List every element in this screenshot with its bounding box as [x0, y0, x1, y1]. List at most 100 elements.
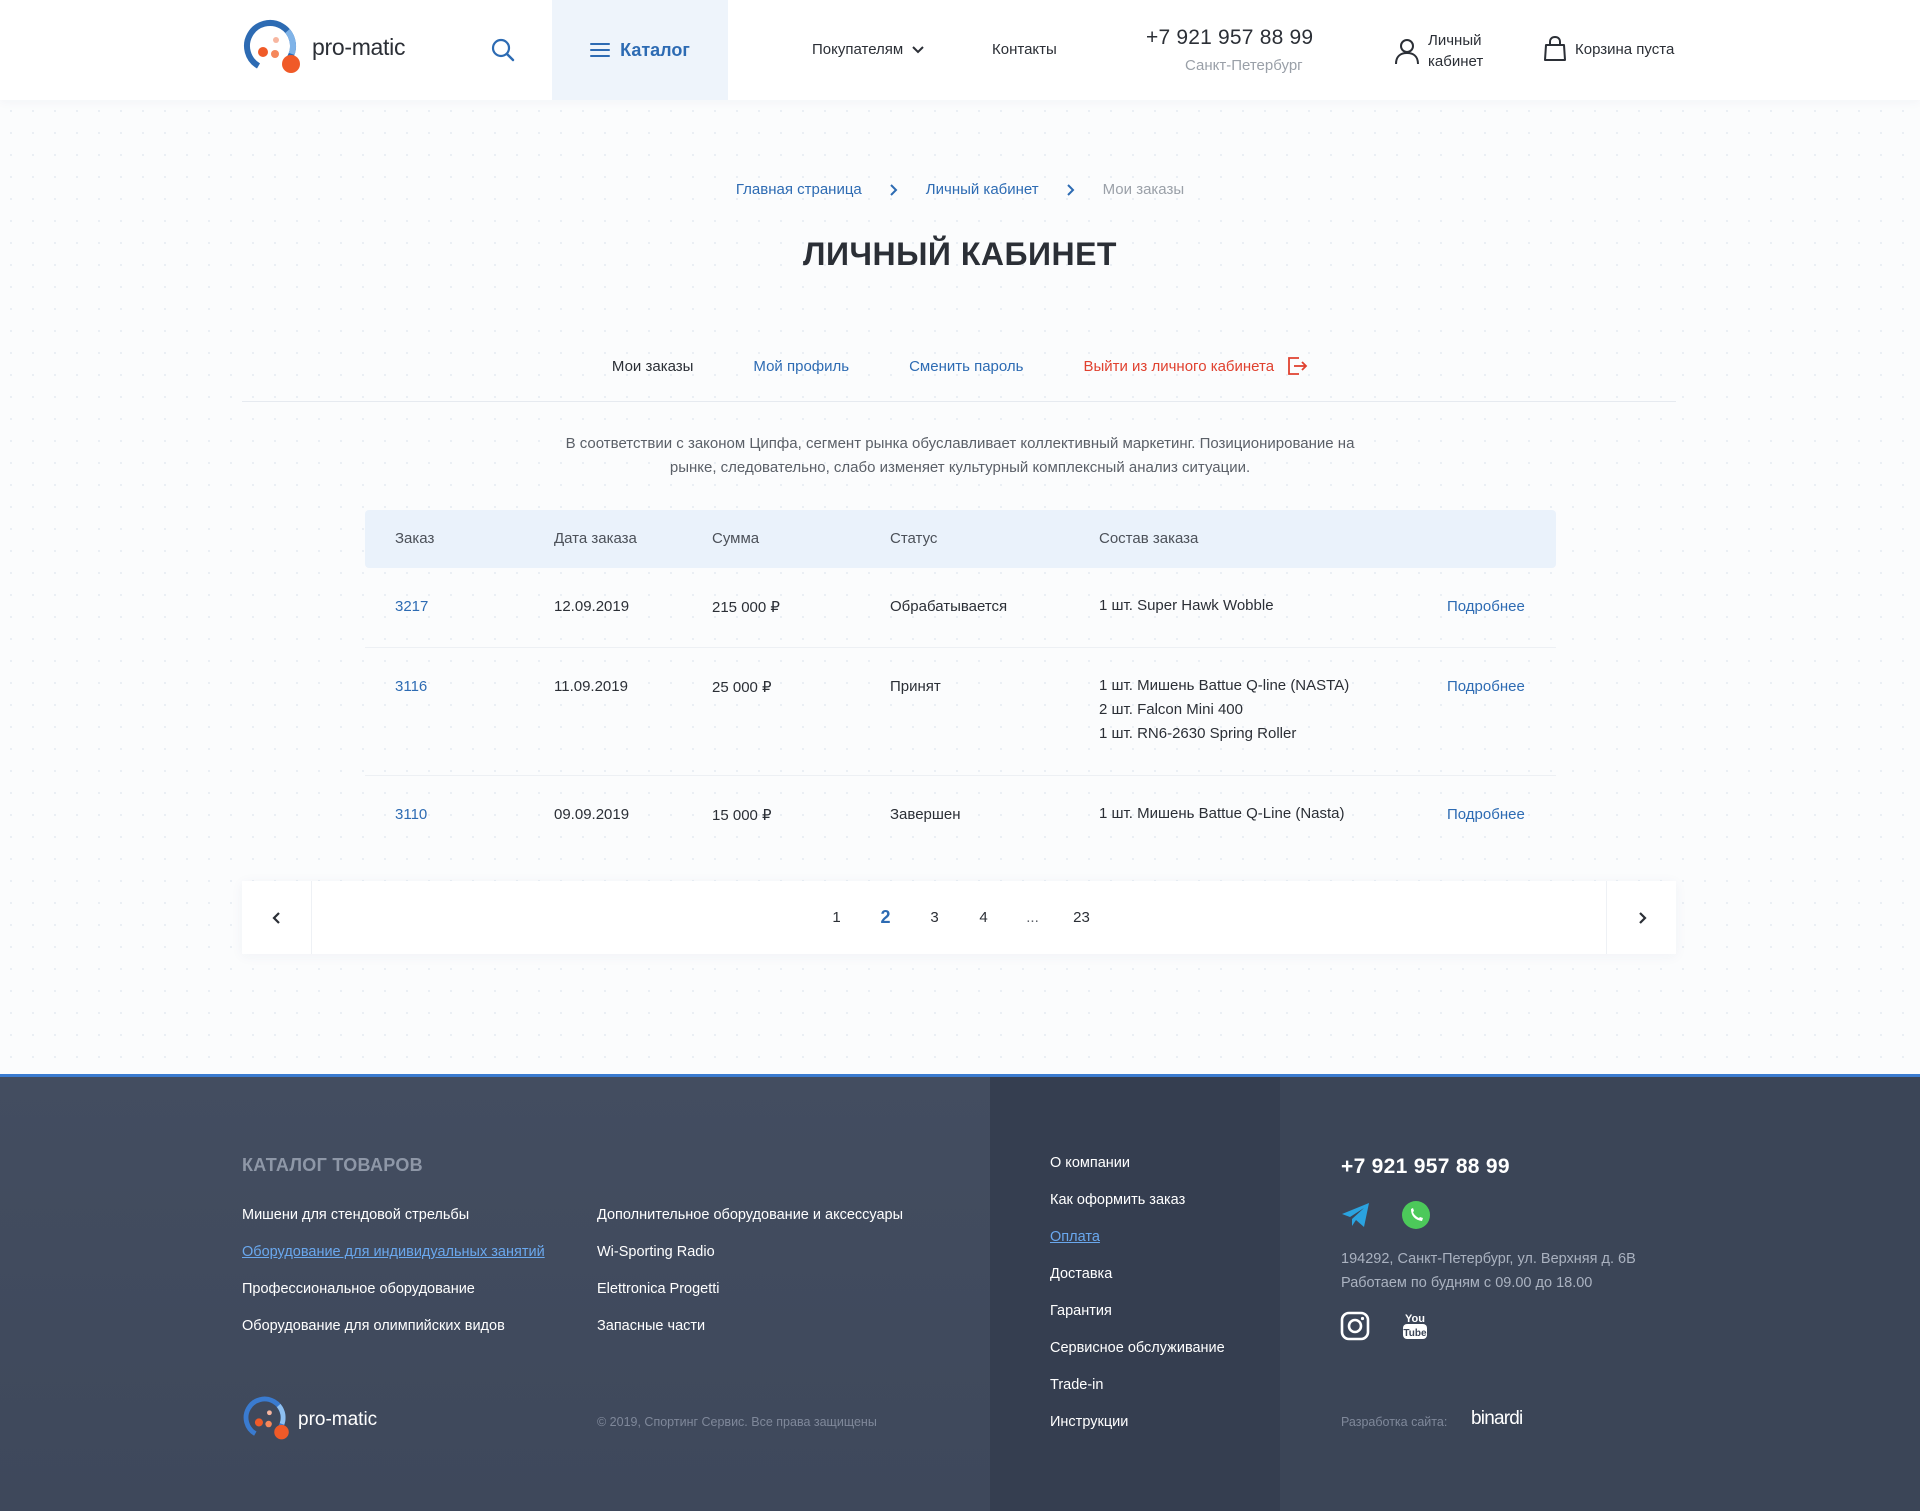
breadcrumb-current: Мои заказы	[1102, 181, 1185, 198]
column-header-sum: Сумма	[712, 530, 760, 547]
catalog-button[interactable]: Каталог	[552, 0, 728, 100]
footer-catalog-link[interactable]: Мишени для стендовой стрельбы	[242, 1207, 469, 1223]
telegram-icon[interactable]	[1340, 1200, 1370, 1230]
footer-dev-label: Разработка сайта:	[1341, 1415, 1448, 1429]
instagram-icon[interactable]	[1340, 1311, 1370, 1341]
catalog-label: Каталог	[620, 39, 690, 60]
order-items: 1 шт. Super Hawk Wobble	[1099, 594, 1274, 618]
pagination-next-button[interactable]	[1606, 881, 1676, 954]
header-phone-link[interactable]: +7 921 957 88 99	[1146, 26, 1313, 50]
logout-icon	[1288, 357, 1308, 375]
order-item: 1 шт. Super Hawk Wobble	[1099, 597, 1274, 614]
tab-logout-label: Выйти из личного кабинета	[1083, 357, 1275, 375]
orders-table-header: Заказ Дата заказа Сумма Статус Состав за…	[365, 510, 1556, 568]
site-header: pro-matic Каталог Покупателям Контакты +…	[0, 0, 1920, 100]
nav-contacts-label: Контакты	[992, 41, 1057, 58]
svg-text:You: You	[1405, 1313, 1425, 1325]
account-link[interactable]: Личный кабинет	[1394, 30, 1498, 72]
account-label: Личный кабинет	[1428, 32, 1484, 70]
order-status: Принят	[890, 678, 941, 695]
footer-info-link[interactable]: Инструкции	[1050, 1414, 1128, 1430]
chevron-right-icon	[1066, 183, 1075, 196]
page-link[interactable]: 4	[959, 909, 1008, 926]
order-sum: 15 000 ₽	[712, 807, 772, 824]
footer-copyright: © 2019, Спортинг Сервис. Все права защищ…	[597, 1415, 877, 1429]
whatsapp-icon[interactable]	[1400, 1199, 1430, 1229]
footer-catalog-link[interactable]: Elettronica Progetti	[597, 1281, 720, 1297]
page-link[interactable]: 3	[910, 909, 959, 926]
order-details-link[interactable]: Подробнее	[1447, 806, 1525, 823]
page-link[interactable]: 1	[812, 909, 861, 926]
svg-text:Tube: Tube	[1403, 1328, 1427, 1339]
column-header-items: Состав заказа	[1099, 530, 1199, 547]
footer-catalog-link[interactable]: Wi-Sporting Radio	[597, 1244, 715, 1260]
footer-catalog-link[interactable]: Профессиональное оборудование	[242, 1281, 475, 1297]
footer-logo[interactable]: pro-matic	[242, 1395, 377, 1445]
page-link[interactable]: 23	[1057, 909, 1106, 926]
footer-info-link[interactable]: Trade-in	[1050, 1377, 1103, 1393]
nav-contacts-link[interactable]: Контакты	[992, 41, 1057, 58]
tab-my-profile[interactable]: Мой профиль	[753, 355, 849, 377]
chevron-right-icon	[890, 183, 898, 196]
order-id-link[interactable]: 3116	[395, 678, 427, 695]
footer-info-link[interactable]: Гарантия	[1050, 1303, 1112, 1319]
order-details-link[interactable]: Подробнее	[1447, 598, 1525, 615]
order-id-link[interactable]: 3110	[395, 806, 427, 823]
intro-text: В соответствии с законом Ципфа, сегмент …	[565, 435, 1355, 476]
order-sum: 215 000 ₽	[712, 599, 780, 616]
footer-info-link[interactable]: Как оформить заказ	[1050, 1192, 1185, 1208]
tabs-divider	[242, 401, 1676, 402]
order-date: 09.09.2019	[554, 806, 630, 823]
cart-link[interactable]: Корзина пуста	[1543, 36, 1674, 62]
footer-catalog-link-active[interactable]: Оборудование для индивидуальных занятий	[242, 1244, 545, 1260]
search-icon[interactable]	[490, 37, 516, 63]
tab-logout[interactable]: Выйти из личного кабинета	[1083, 355, 1308, 377]
breadcrumb-home[interactable]: Главная страница	[736, 181, 862, 198]
footer-catalog-title: КАТАЛОГ ТОВАРОВ	[242, 1155, 423, 1175]
nav-buyers-dropdown[interactable]: Покупателям	[812, 41, 925, 58]
page-title: ЛИЧНЫЙ КАБИНЕТ	[803, 236, 1117, 272]
pagination-pages: 1 2 3 4 ... 23	[242, 881, 1676, 954]
order-date: 11.09.2019	[554, 678, 628, 695]
pagination-prev-button[interactable]	[242, 881, 312, 954]
footer-address: 194292, Санкт-Петербург, ул. Верхняя д. …	[1341, 1247, 1636, 1295]
table-row: 3116 11.09.2019 25 000 ₽ Принят 1 шт. Ми…	[365, 648, 1556, 776]
footer-info-link[interactable]: Доставка	[1050, 1266, 1112, 1282]
order-id-link[interactable]: 3217	[395, 598, 428, 615]
orders-table: Заказ Дата заказа Сумма Статус Состав за…	[365, 510, 1556, 856]
header-city: Санкт-Петербург	[1185, 57, 1303, 74]
footer-catalog-link[interactable]: Дополнительное оборудование и аксессуары	[597, 1207, 903, 1223]
breadcrumb: Главная страница Личный кабинет Мои зака…	[0, 181, 1920, 198]
footer-info-link[interactable]: О компании	[1050, 1155, 1130, 1171]
order-item: 1 шт. Мишень Battue Q-Line (Nasta)	[1099, 805, 1345, 822]
page-current[interactable]: 2	[861, 907, 910, 928]
footer-dev-brand-link[interactable]: binardi	[1471, 1408, 1523, 1430]
order-details-link[interactable]: Подробнее	[1447, 678, 1525, 695]
nav-buyers-label: Покупателям	[812, 41, 904, 58]
footer-info-link-active[interactable]: Оплата	[1050, 1229, 1100, 1245]
chevron-right-icon	[1638, 911, 1647, 924]
logo[interactable]: pro-matic	[242, 18, 405, 80]
tab-change-password[interactable]: Сменить пароль	[909, 355, 1023, 377]
shopping-bag-icon	[1544, 36, 1566, 61]
footer-catalog-link[interactable]: Запасные части	[597, 1318, 705, 1334]
column-header-date: Дата заказа	[554, 530, 637, 547]
breadcrumb-account[interactable]: Личный кабинет	[926, 181, 1039, 198]
order-item: 2 шт. Falcon Mini 400	[1099, 701, 1243, 718]
account-tabs: Мои заказы Мой профиль Сменить пароль Вы…	[0, 355, 1920, 377]
chevron-left-icon	[271, 911, 280, 924]
footer-address-line: 194292, Санкт-Петербург, ул. Верхняя д. …	[1341, 1251, 1636, 1267]
order-sum: 25 000 ₽	[712, 679, 772, 696]
user-icon	[1395, 39, 1419, 65]
burger-icon	[590, 43, 611, 57]
youtube-icon[interactable]: You Tube	[1400, 1310, 1430, 1340]
order-status: Обрабатывается	[890, 598, 1008, 615]
tab-my-orders[interactable]: Мои заказы	[612, 355, 694, 377]
order-item: 1 шт. RN6-2630 Spring Roller	[1099, 725, 1297, 742]
logo-text: pro-matic	[312, 33, 406, 60]
pagination: 1 2 3 4 ... 23	[242, 881, 1676, 954]
footer-info-link[interactable]: Сервисное обслуживание	[1050, 1340, 1225, 1356]
footer-phone-link[interactable]: +7 921 957 88 99	[1341, 1155, 1510, 1179]
table-row: 3110 09.09.2019 15 000 ₽ Завершен 1 шт. …	[365, 776, 1556, 856]
footer-catalog-link[interactable]: Оборудование для олимпийских видов	[242, 1318, 505, 1334]
